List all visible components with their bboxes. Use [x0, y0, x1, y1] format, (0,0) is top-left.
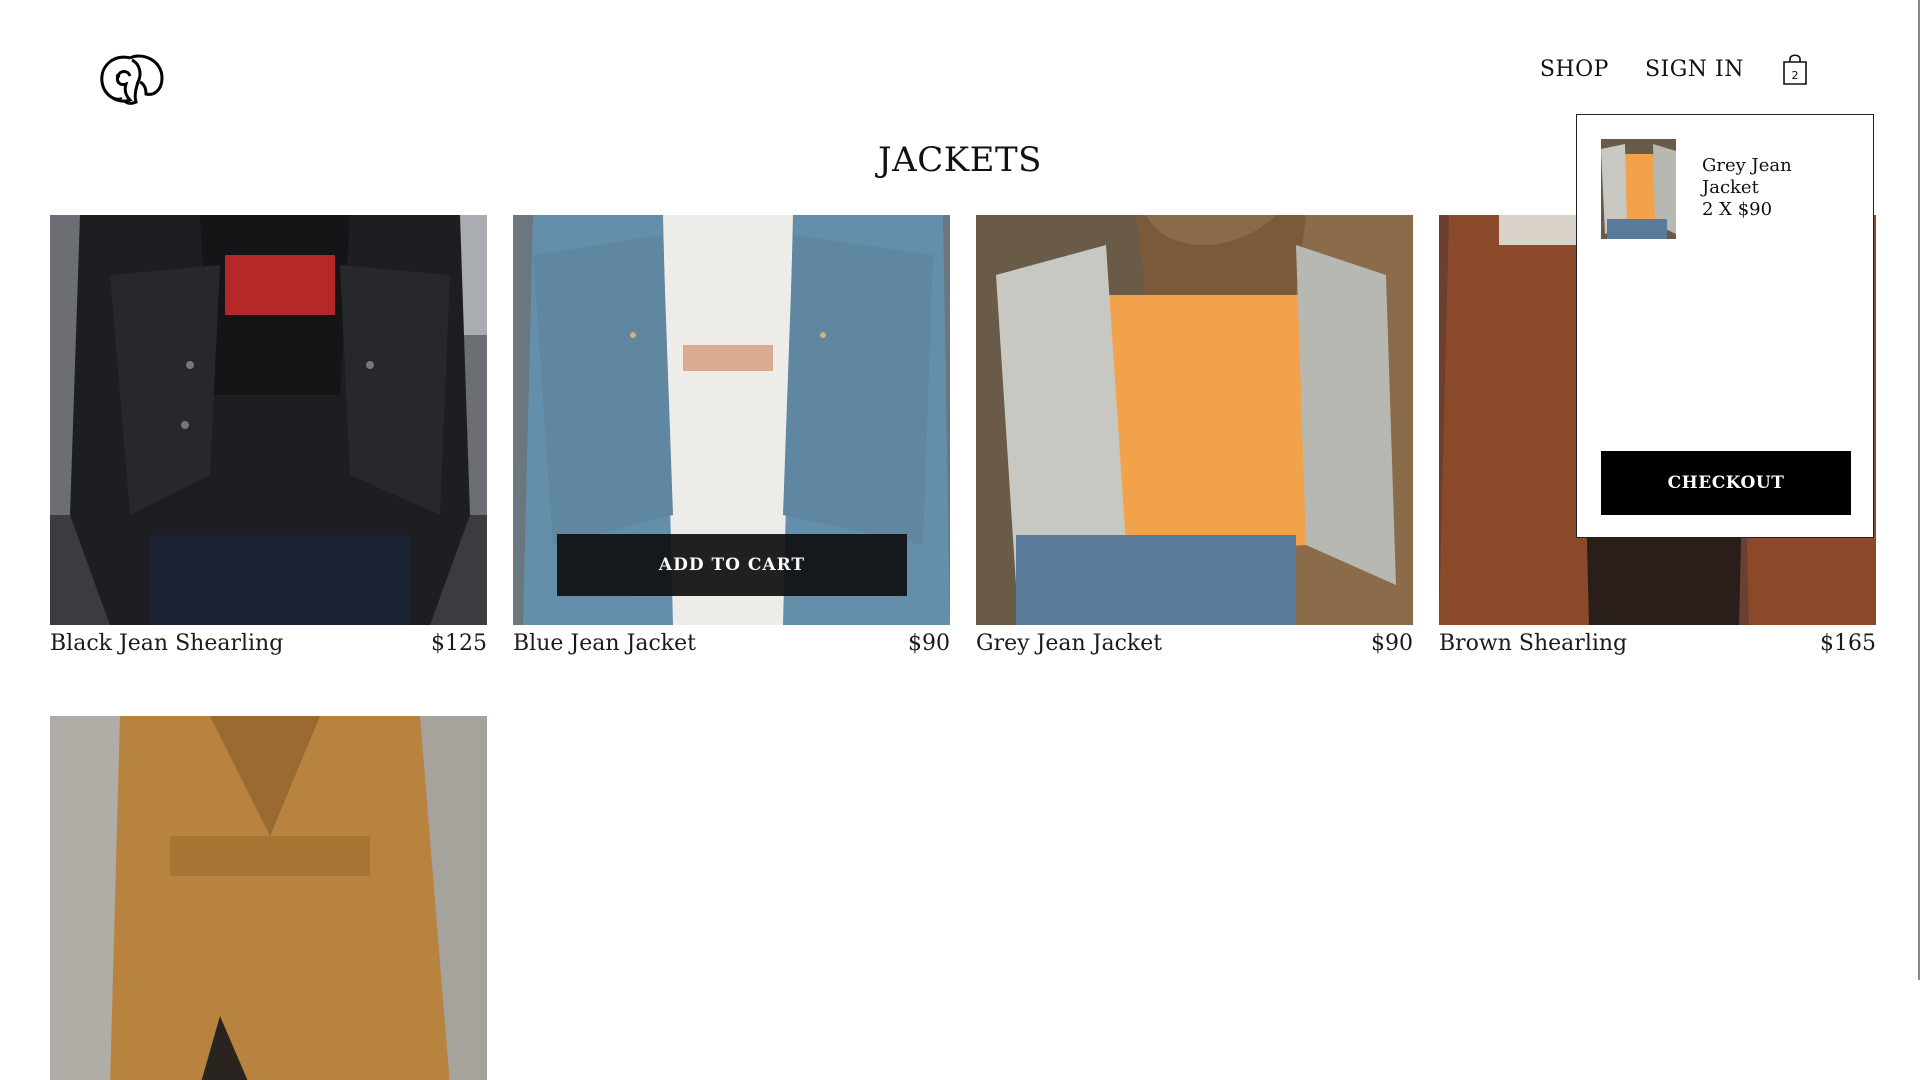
product-card[interactable]: Black Jean Shearling $125 [50, 215, 487, 656]
product-name: Blue Jean Jacket [513, 631, 696, 656]
product-price: $90 [1371, 631, 1413, 656]
cart-dropdown: Grey Jean Jacket 2 X $90 CHECKOUT [1576, 114, 1874, 538]
product-image-camel-coat[interactable] [50, 716, 487, 1080]
product-price: $165 [1820, 631, 1876, 656]
product-name: Brown Shearling [1439, 631, 1628, 656]
cart-item-thumbnail [1601, 139, 1676, 239]
nav-signin-link[interactable]: SIGN IN [1645, 57, 1744, 82]
product-name: Grey Jean Jacket [976, 631, 1163, 656]
product-card[interactable]: Grey Jean Jacket $90 [976, 215, 1413, 656]
top-nav: SHOP SIGN IN 2 [1540, 52, 1810, 86]
product-card[interactable]: ADD TO CART Blue Jean Jacket $90 [513, 215, 950, 656]
elephant-logo-icon[interactable] [96, 50, 166, 110]
nav-shop-link[interactable]: SHOP [1540, 57, 1609, 82]
cart-item-name: Grey Jean Jacket [1702, 155, 1792, 198]
cart-item-quantity-price: 2 X $90 [1702, 199, 1773, 220]
product-card[interactable] [50, 716, 487, 1080]
checkout-button[interactable]: CHECKOUT [1601, 451, 1851, 515]
shopping-bag-icon[interactable]: 2 [1780, 52, 1810, 86]
product-image-black-jean-shearling[interactable] [50, 215, 487, 625]
page: SHOP SIGN IN 2 JACKETS Black Jean Shearl… [0, 0, 1920, 1080]
cart-item: Grey Jean Jacket 2 X $90 [1601, 139, 1822, 239]
product-image-grey-jean-jacket[interactable] [976, 215, 1413, 625]
product-price: $90 [908, 631, 950, 656]
product-image-blue-jean-jacket[interactable]: ADD TO CART [513, 215, 950, 625]
product-name: Black Jean Shearling [50, 631, 284, 656]
cart-count-badge: 2 [1791, 69, 1799, 82]
product-price: $125 [431, 631, 487, 656]
add-to-cart-button[interactable]: ADD TO CART [557, 534, 907, 596]
